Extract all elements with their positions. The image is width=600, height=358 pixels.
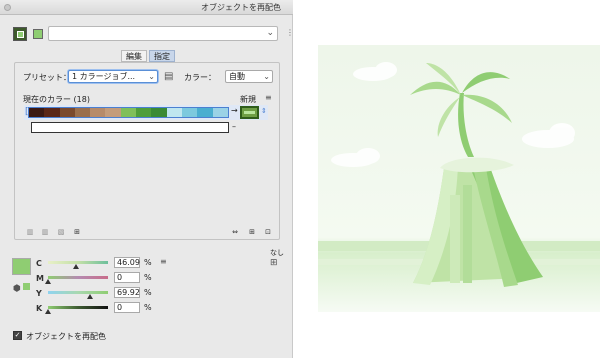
color-library-icon[interactable]: ▤ (164, 71, 173, 82)
c-slider[interactable] (48, 261, 108, 269)
preset-label: プリセット： (23, 73, 71, 82)
new-color-swatch[interactable] (240, 106, 259, 119)
small-preview-swatch (23, 283, 30, 290)
cmyk-label-c: C (36, 259, 42, 268)
color-segment (136, 108, 152, 117)
k-value-input[interactable]: 0 (114, 302, 140, 313)
k-percent: % (144, 303, 152, 312)
recolor-art-label: オブジェクトを再配色 (26, 332, 106, 341)
m-slider[interactable] (45, 276, 108, 284)
color-preview-swatch (12, 258, 31, 275)
color-segment (120, 108, 137, 117)
arrow-right-icon[interactable]: → (231, 106, 238, 115)
exclude-colors-icon[interactable]: ▧ (56, 228, 66, 236)
target-color-swatch[interactable] (33, 29, 43, 39)
separate-colors-icon[interactable]: ▥ (40, 228, 50, 236)
tab-edit[interactable]: 編集 (121, 50, 147, 62)
color-segment (90, 108, 106, 117)
cmyk-label-k: K (36, 304, 43, 313)
chevron-down-icon: ⌄ (148, 72, 155, 81)
artwork-preview (318, 45, 600, 312)
y-percent: % (144, 288, 152, 297)
color-segment (59, 108, 75, 117)
stepper-icon[interactable]: ⇕ (261, 107, 267, 115)
m-percent: % (144, 273, 152, 282)
k-slider[interactable] (45, 306, 108, 314)
preset-select[interactable]: 1 カラージョブ... ⌄ (68, 70, 158, 83)
color-segment (29, 108, 45, 117)
find-color-icon[interactable]: ⊡ (263, 228, 273, 236)
colors-value: 自動 (229, 72, 245, 81)
current-color-row[interactable] (28, 107, 229, 118)
grid-icon[interactable]: ⊞ (270, 258, 278, 268)
k-slider-thumb[interactable] (45, 309, 51, 314)
empty-color-row[interactable] (31, 122, 229, 133)
random-saturation-icon[interactable]: ⊞ (247, 228, 257, 236)
y-slider-thumb[interactable] (87, 294, 93, 299)
window-titlebar: オブジェクトを再配色 (0, 0, 293, 15)
m-slider-thumb[interactable] (45, 279, 51, 284)
color-mode-icon[interactable]: ⬢ (13, 284, 21, 294)
merge-colors-icon[interactable]: ▥ (25, 228, 35, 236)
c-slider-thumb[interactable] (72, 264, 79, 269)
color-segment (197, 108, 213, 117)
preset-value: 1 カラージョブ... (72, 72, 136, 81)
color-segment (212, 108, 228, 117)
menu-icon[interactable]: ≡ (265, 93, 272, 102)
tab-assign[interactable]: 指定 (149, 50, 175, 62)
window-title: オブジェクトを再配色 (201, 3, 281, 12)
colors-label: カラー： (184, 73, 216, 82)
color-group-select[interactable]: ⌄ (48, 26, 278, 41)
chevron-down-icon: ⌄ (263, 72, 270, 81)
random-order-icon[interactable]: ⇔ (230, 228, 240, 236)
menu-icon[interactable]: ≡ (160, 257, 167, 266)
color-segment (166, 108, 182, 117)
c-value-input[interactable]: 46.09 (114, 257, 140, 268)
m-value-input[interactable]: 0 (114, 272, 140, 283)
colors-select[interactable]: 自動 ⌄ (225, 70, 273, 83)
recolor-art-checkbox[interactable]: ✓ (13, 331, 22, 340)
y-value-input[interactable]: 69.92 (114, 287, 140, 298)
cmyk-label-y: Y (36, 289, 42, 298)
color-segment (105, 108, 121, 117)
cmyk-label-m: M (36, 274, 44, 283)
more-options-icon[interactable]: ⋮ (286, 28, 294, 37)
recolor-panel: オブジェクトを再配色 ⌄ ⋮ 編集 指定 プリセット： 1 カラージョブ... … (0, 0, 294, 358)
none-label: なし (270, 249, 284, 257)
y-slider[interactable] (48, 291, 108, 299)
color-segment (181, 108, 198, 117)
color-segment (44, 108, 60, 117)
new-row-icon[interactable]: ⊞ (72, 228, 82, 236)
color-segment (74, 108, 91, 117)
assign-area (14, 62, 280, 240)
dash-icon: – (232, 122, 236, 131)
c-percent: % (144, 258, 152, 267)
color-segment (151, 108, 167, 117)
artwork-color-swatch[interactable] (13, 27, 27, 41)
chevron-down-icon: ⌄ (266, 28, 274, 38)
new-column-label: 新規 (240, 95, 256, 104)
current-colors-label: 現在のカラー (18) (23, 95, 90, 104)
